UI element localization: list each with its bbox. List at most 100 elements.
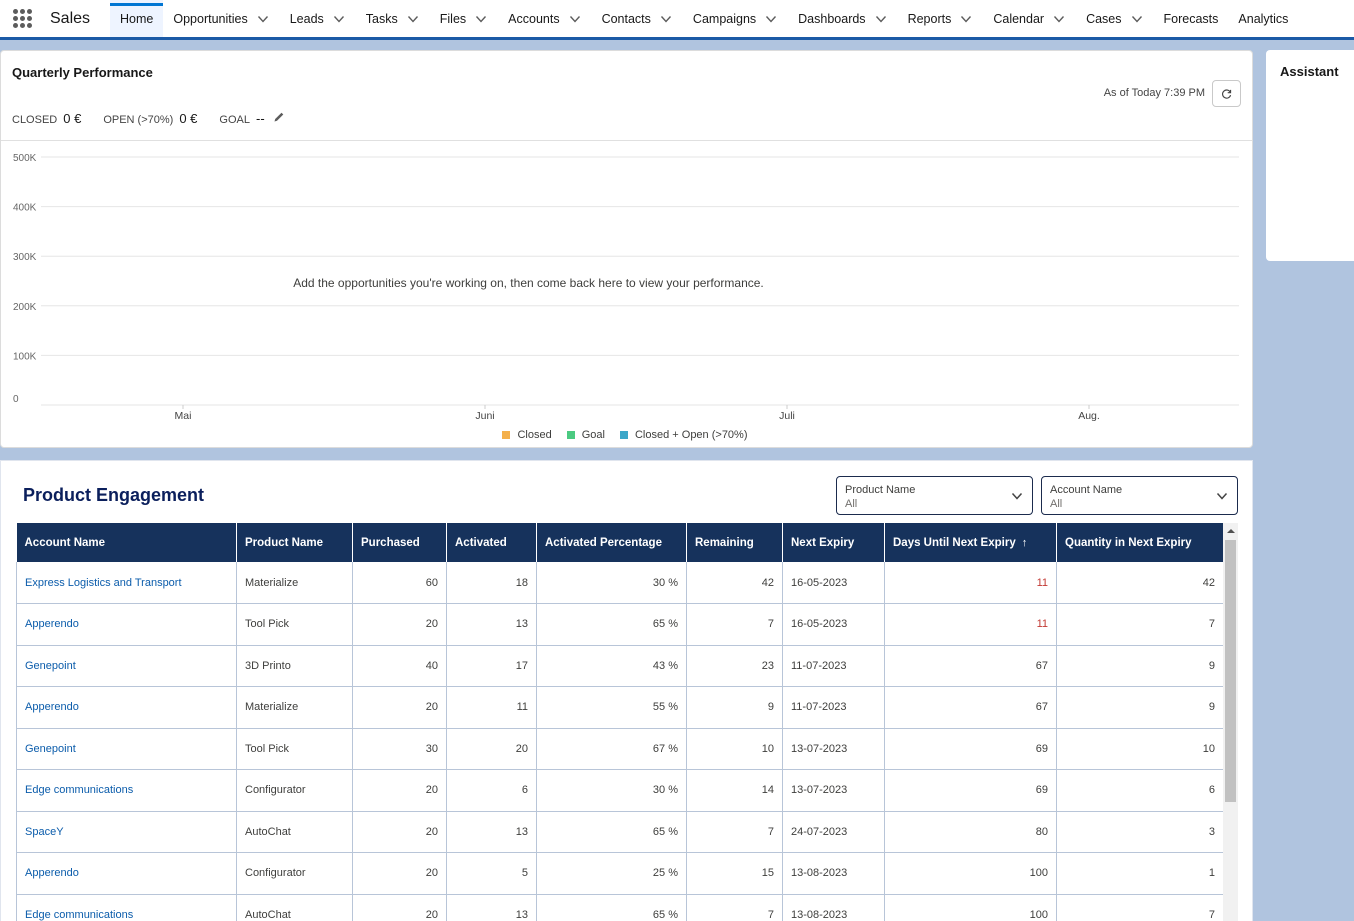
x-tick-label: Juli bbox=[779, 410, 795, 422]
y-tick-label: 100K bbox=[13, 351, 37, 362]
column-header-account-name[interactable]: Account Name bbox=[16, 523, 237, 562]
account-link[interactable]: Apperendo bbox=[16, 852, 237, 895]
table-cell: 30 % bbox=[536, 562, 687, 604]
table-cell: 1 bbox=[1056, 852, 1224, 895]
chart-legend: Closed Goal Closed + Open (>70%) bbox=[1, 429, 1254, 441]
table-cell: 3D Printo bbox=[236, 645, 353, 687]
chevron-down-icon[interactable] bbox=[959, 12, 973, 26]
nav-tab-tasks[interactable]: Tasks bbox=[356, 0, 430, 37]
app-launcher-icon[interactable] bbox=[0, 0, 44, 37]
nav-tab-opportunities[interactable]: Opportunities bbox=[163, 0, 279, 37]
nav-tab-accounts[interactable]: Accounts bbox=[498, 0, 591, 37]
nav-tab-dashboards[interactable]: Dashboards bbox=[788, 0, 897, 37]
product-engagement-card: Product Engagement Product Name All Acco… bbox=[0, 460, 1253, 921]
refresh-button[interactable] bbox=[1212, 80, 1241, 107]
account-link[interactable]: SpaceY bbox=[16, 811, 237, 853]
chevron-down-icon[interactable] bbox=[406, 12, 420, 26]
closed-value: 0 € bbox=[63, 111, 82, 126]
open-label: OPEN (>70%) bbox=[103, 114, 174, 126]
account-link[interactable]: Genepoint bbox=[16, 728, 237, 770]
nav-tab-reports[interactable]: Reports bbox=[898, 0, 984, 37]
chevron-down-icon[interactable] bbox=[474, 12, 488, 26]
account-link[interactable]: Genepoint bbox=[16, 645, 237, 687]
table-cell: 13-07-2023 bbox=[782, 769, 885, 812]
account-link[interactable]: Apperendo bbox=[16, 686, 237, 729]
table-cell: 20 bbox=[352, 894, 447, 921]
nav-tab-contacts[interactable]: Contacts bbox=[592, 0, 683, 37]
table-scrollbar[interactable] bbox=[1223, 523, 1238, 921]
scrollbar-thumb[interactable] bbox=[1225, 540, 1236, 802]
chevron-down-icon[interactable] bbox=[332, 12, 346, 26]
table-cell: 20 bbox=[352, 852, 447, 895]
table-cell: 7 bbox=[686, 894, 783, 921]
nav-tab-campaigns[interactable]: Campaigns bbox=[683, 0, 788, 37]
account-link[interactable]: Edge communications bbox=[16, 769, 237, 812]
column-header-activated-percentage[interactable]: Activated Percentage bbox=[536, 523, 687, 562]
table-cell: 10 bbox=[1056, 728, 1224, 770]
table-cell: 65 % bbox=[536, 603, 687, 646]
product-name-filter[interactable]: Product Name All bbox=[836, 476, 1033, 515]
column-header-days-until-next-expiry[interactable]: Days Until Next Expiry ↑ bbox=[884, 523, 1057, 562]
nav-tab-cases[interactable]: Cases bbox=[1076, 0, 1153, 37]
table-cell: 20 bbox=[352, 811, 447, 853]
table-cell: 11-07-2023 bbox=[782, 645, 885, 687]
table-cell: 30 bbox=[352, 728, 447, 770]
nav-tab-forecasts[interactable]: Forecasts bbox=[1154, 0, 1229, 37]
column-header-label: Quantity in Next Expiry bbox=[1065, 536, 1192, 549]
nav-tab-analytics[interactable]: Analytics bbox=[1228, 0, 1298, 37]
table-row: Express Logistics and Transport Materiali… bbox=[16, 562, 1224, 604]
column-header-quantity-in-next-expiry[interactable]: Quantity in Next Expiry bbox=[1056, 523, 1224, 562]
legend-swatch bbox=[619, 431, 628, 439]
nav-tab-calendar[interactable]: Calendar bbox=[983, 0, 1076, 37]
column-header-next-expiry[interactable]: Next Expiry bbox=[782, 523, 885, 562]
chevron-down-icon[interactable] bbox=[1130, 12, 1144, 26]
open-value: 0 € bbox=[179, 111, 198, 126]
edit-goal-pencil-icon[interactable] bbox=[273, 111, 285, 123]
x-tick-label: Aug. bbox=[1078, 410, 1100, 422]
chevron-down-icon[interactable] bbox=[1052, 12, 1066, 26]
table-cell: 67 % bbox=[536, 728, 687, 770]
sort-ascending-icon[interactable]: ↑ bbox=[1022, 537, 1028, 549]
column-header-product-name[interactable]: Product Name bbox=[236, 523, 353, 562]
account-name-filter[interactable]: Account Name All bbox=[1041, 476, 1238, 515]
chevron-down-icon[interactable] bbox=[659, 12, 673, 26]
account-link[interactable]: Apperendo bbox=[16, 603, 237, 646]
column-header-remaining[interactable]: Remaining bbox=[686, 523, 783, 562]
legend-item: Closed bbox=[497, 429, 552, 441]
global-nav: Sales Home Opportunities Leads Tasks Files Ac… bbox=[0, 0, 1354, 40]
chevron-down-icon[interactable] bbox=[874, 12, 888, 26]
nav-tab-files[interactable]: Files bbox=[430, 0, 498, 37]
filter-value: All bbox=[1050, 498, 1063, 510]
account-link[interactable]: Edge communications bbox=[16, 894, 237, 921]
nav-tab-label: Dashboards bbox=[798, 11, 866, 26]
nav-tab-leads[interactable]: Leads bbox=[280, 0, 356, 37]
scroll-down-arrow-icon[interactable] bbox=[1223, 917, 1238, 921]
table-cell: 13-08-2023 bbox=[782, 852, 885, 895]
table-row: Apperendo Configurator 20 5 25 % 15 13-08-2023… bbox=[16, 852, 1224, 895]
table-cell: 7 bbox=[1056, 894, 1224, 921]
table-cell: 43 % bbox=[536, 645, 687, 687]
chevron-down-icon[interactable] bbox=[256, 12, 270, 26]
table-cell: 7 bbox=[686, 811, 783, 853]
table-body: Express Logistics and Transport Materiali… bbox=[16, 562, 1224, 921]
nav-tab-home[interactable]: Home bbox=[110, 0, 164, 37]
account-link[interactable]: Express Logistics and Transport bbox=[16, 562, 237, 604]
product-engagement-title: Product Engagement bbox=[23, 485, 205, 505]
chevron-down-icon[interactable] bbox=[764, 12, 778, 26]
engagement-table: Account Name Product Name Purchased Activat… bbox=[16, 523, 1224, 921]
table-cell: 14 bbox=[686, 769, 783, 812]
legend-label: Goal bbox=[581, 429, 605, 441]
table-cell: 20 bbox=[352, 603, 447, 646]
chevron-down-icon[interactable] bbox=[568, 12, 582, 26]
column-header-purchased[interactable]: Purchased bbox=[352, 523, 447, 562]
table-cell: 25 % bbox=[536, 852, 687, 895]
legend-swatch bbox=[566, 431, 575, 439]
table-cell: Materialize bbox=[236, 562, 353, 604]
table-cell: 17 bbox=[446, 645, 537, 687]
column-header-activated[interactable]: Activated bbox=[446, 523, 537, 562]
column-header-label: Next Expiry bbox=[791, 536, 855, 549]
table-cell: 11-07-2023 bbox=[782, 686, 885, 729]
performance-metrics: CLOSED 0 € OPEN (>70%) 0 € GOAL -- bbox=[12, 111, 285, 126]
table-cell: 13 bbox=[446, 894, 537, 921]
scroll-up-arrow-icon[interactable] bbox=[1223, 523, 1238, 539]
